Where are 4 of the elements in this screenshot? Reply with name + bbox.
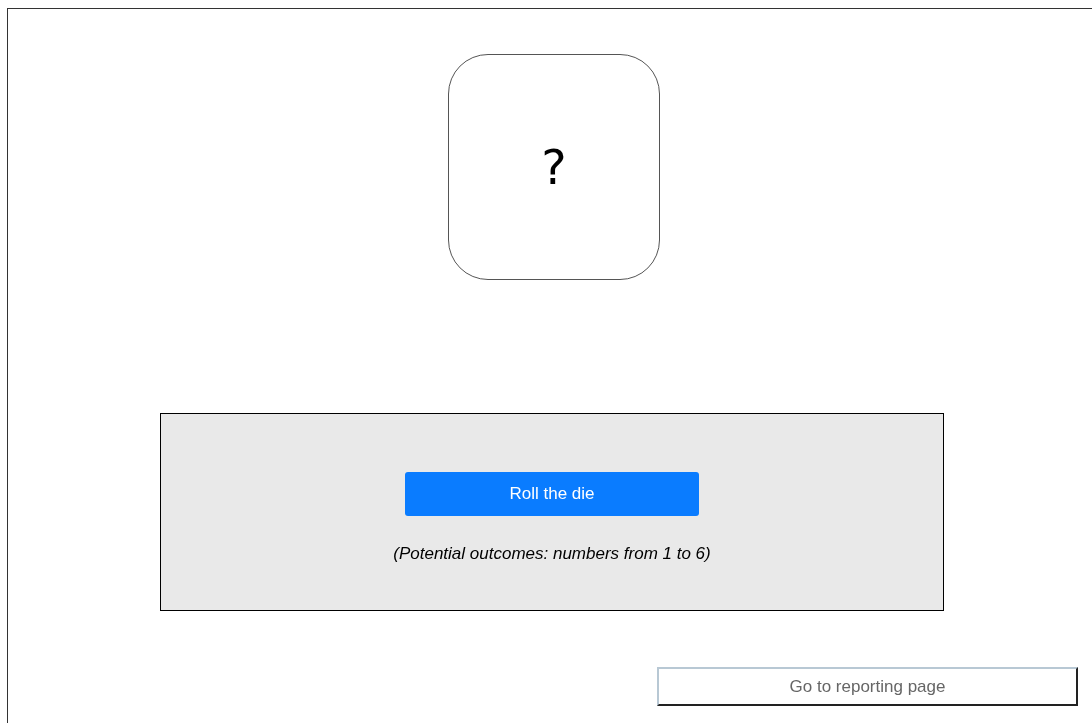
roll-button[interactable]: Roll the die [405,472,699,516]
reporting-page-button[interactable]: Go to reporting page [657,667,1078,706]
die-value: ? [541,138,567,197]
outcomes-note: (Potential outcomes: numbers from 1 to 6) [393,543,711,565]
